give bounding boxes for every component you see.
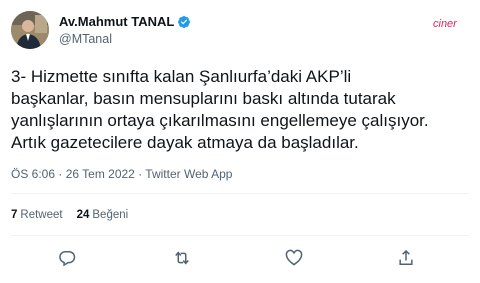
- likes-stat[interactable]: 24 Beğeni: [77, 209, 129, 221]
- author-name-row: Av.Mahmut TANAL: [59, 14, 191, 29]
- logo-text: ciner: [433, 18, 458, 29]
- ciner-logo: ciner: [433, 18, 458, 29]
- author-avatar[interactable]: [11, 11, 49, 49]
- tweet-line: Artık gazetecilere dayak atmaya da başla…: [11, 133, 359, 152]
- likes-label: Beğeni: [92, 209, 129, 221]
- tweet-stats: 7 Retweet 24 Beğeni: [11, 209, 128, 221]
- author-handle[interactable]: @MTanal: [59, 32, 112, 46]
- tweet-line: başkanlar, basın mensuplarını baskı altı…: [11, 89, 396, 108]
- tweet-card: Av.Mahmut TANAL @MTanal ciner 3- Hizmett…: [0, 0, 480, 283]
- retweets-count: 7: [11, 209, 18, 221]
- divider: [11, 235, 469, 236]
- reply-icon[interactable]: [57, 248, 77, 268]
- tweet-line: 3- Hizmette sınıfta kalan Şanlıurfa’daki…: [11, 67, 352, 86]
- tweet-timestamp[interactable]: ÖS 6:06 · 26 Tem 2022 · Twitter Web App: [11, 167, 232, 181]
- likes-count: 24: [76, 209, 90, 221]
- tweet-text: 3- Hizmette sınıfta kalan Şanlıurfa’daki…: [11, 66, 471, 154]
- retweets-stat[interactable]: 7 Retweet: [11, 209, 63, 221]
- retweet-icon[interactable]: [172, 248, 192, 268]
- divider: [11, 193, 469, 194]
- verified-badge-icon: [178, 15, 191, 28]
- share-icon[interactable]: [396, 248, 416, 268]
- author-display-name[interactable]: Av.Mahmut TANAL: [59, 14, 174, 29]
- profile-photo-icon: [11, 11, 49, 49]
- like-icon[interactable]: [284, 248, 304, 268]
- tweet-actions: [0, 248, 480, 270]
- retweets-label: Retweet: [20, 209, 63, 221]
- tweet-line: yanlışlarının ortaya çıkarılmasını engel…: [11, 111, 429, 130]
